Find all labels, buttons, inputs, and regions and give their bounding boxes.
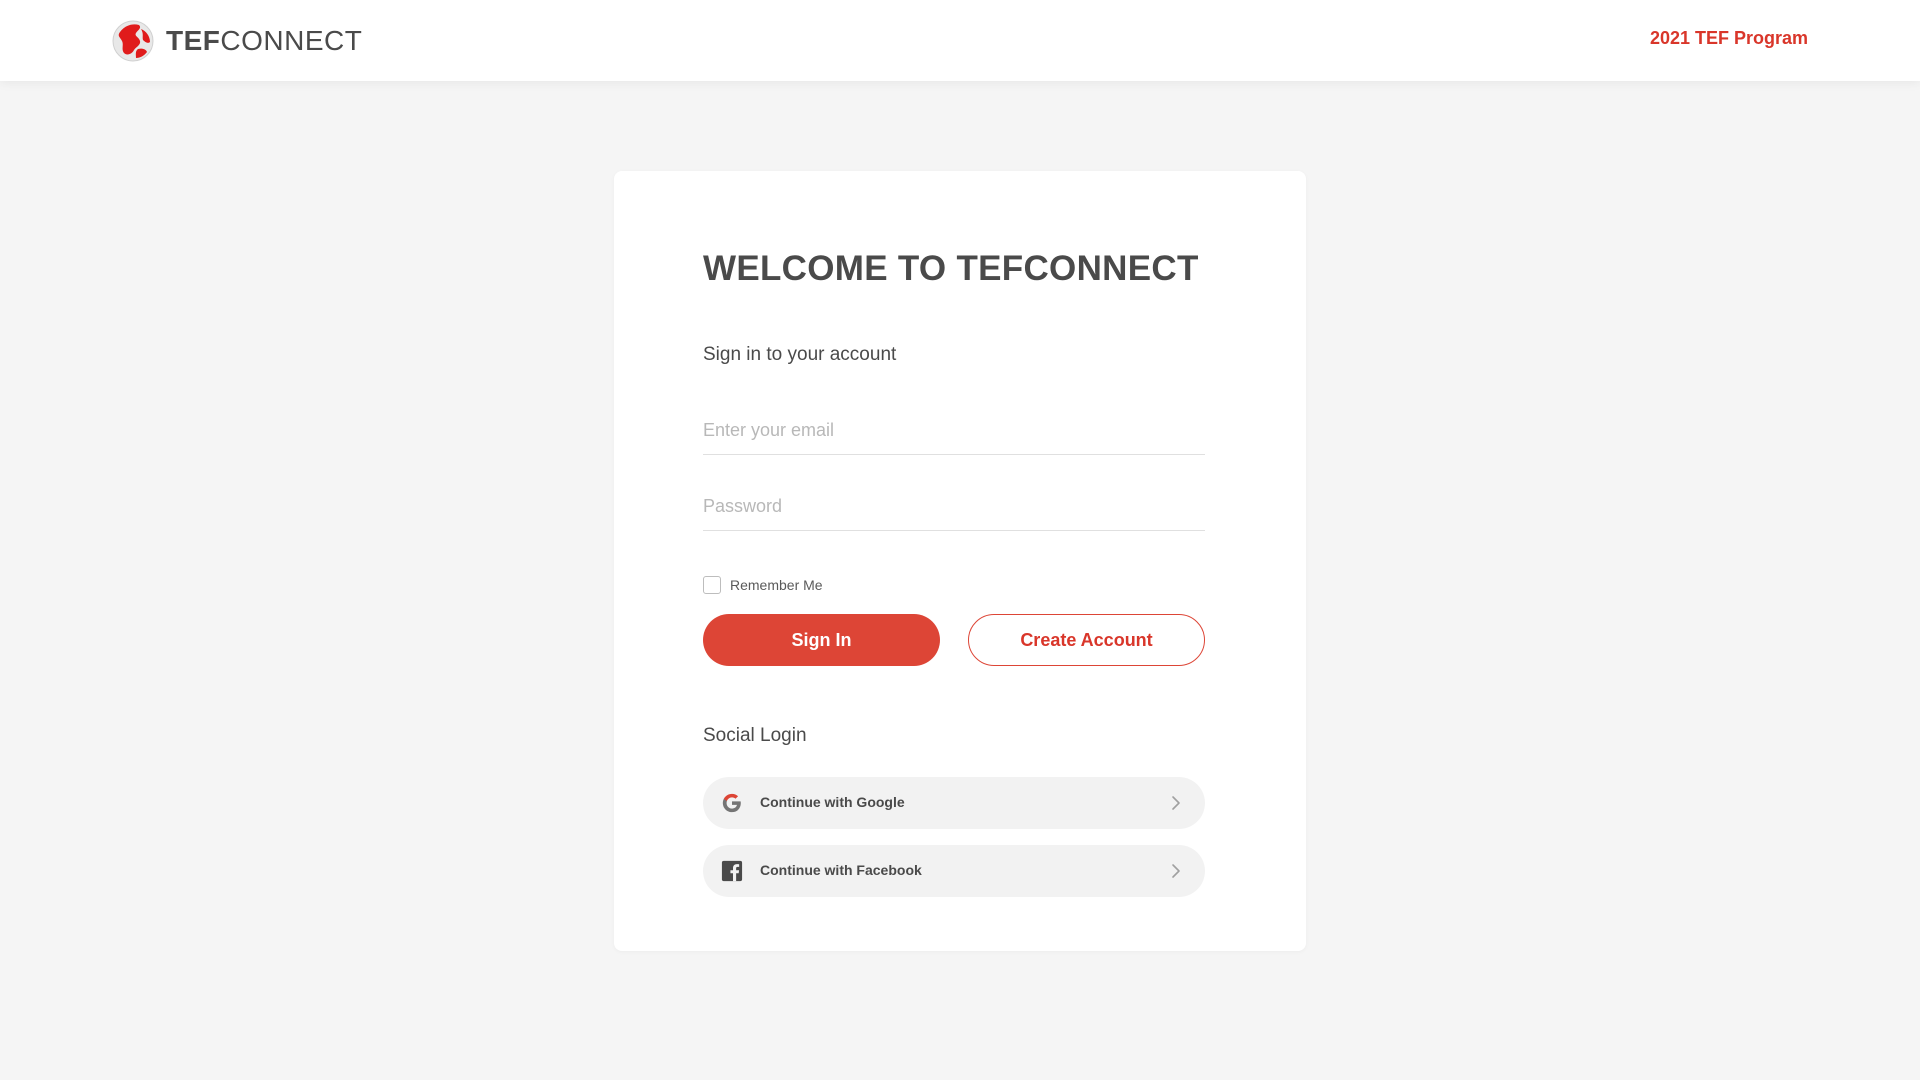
chevron-right-icon [1172,864,1180,878]
continue-with-facebook-button[interactable]: Continue with Facebook [703,845,1205,897]
program-link[interactable]: 2021 TEF Program [1650,28,1808,49]
google-icon [722,793,741,813]
sign-in-subtitle: Sign in to your account [703,344,897,365]
logo-text-bold: TEF [166,24,221,56]
google-button-label: Continue with Google [760,794,905,810]
logo-text-light: CONNECT [220,24,363,56]
chevron-right-icon [1172,796,1180,810]
globe-icon [112,20,154,61]
page-title: WELCOME TO TEFCONNECT [703,249,1199,288]
facebook-icon [721,860,743,882]
top-bar: TEFCONNECT 2021 TEF Program [0,0,1920,81]
facebook-button-label: Continue with Facebook [760,862,922,878]
logo-text: TEFCONNECT [166,24,363,56]
sign-in-button[interactable]: Sign In [703,614,940,666]
email-input[interactable] [703,407,1205,455]
tefconnect-logo[interactable]: TEFCONNECT [112,19,362,62]
remember-me[interactable]: Remember Me [703,576,823,594]
login-card: WELCOME TO TEFCONNECT Sign in to your ac… [614,171,1306,951]
continue-with-google-button[interactable]: Continue with Google [703,777,1205,829]
password-input[interactable] [703,483,1205,531]
remember-me-checkbox[interactable] [703,576,721,594]
social-login-heading: Social Login [703,725,807,746]
remember-me-label: Remember Me [730,577,823,593]
create-account-button[interactable]: Create Account [968,614,1205,666]
